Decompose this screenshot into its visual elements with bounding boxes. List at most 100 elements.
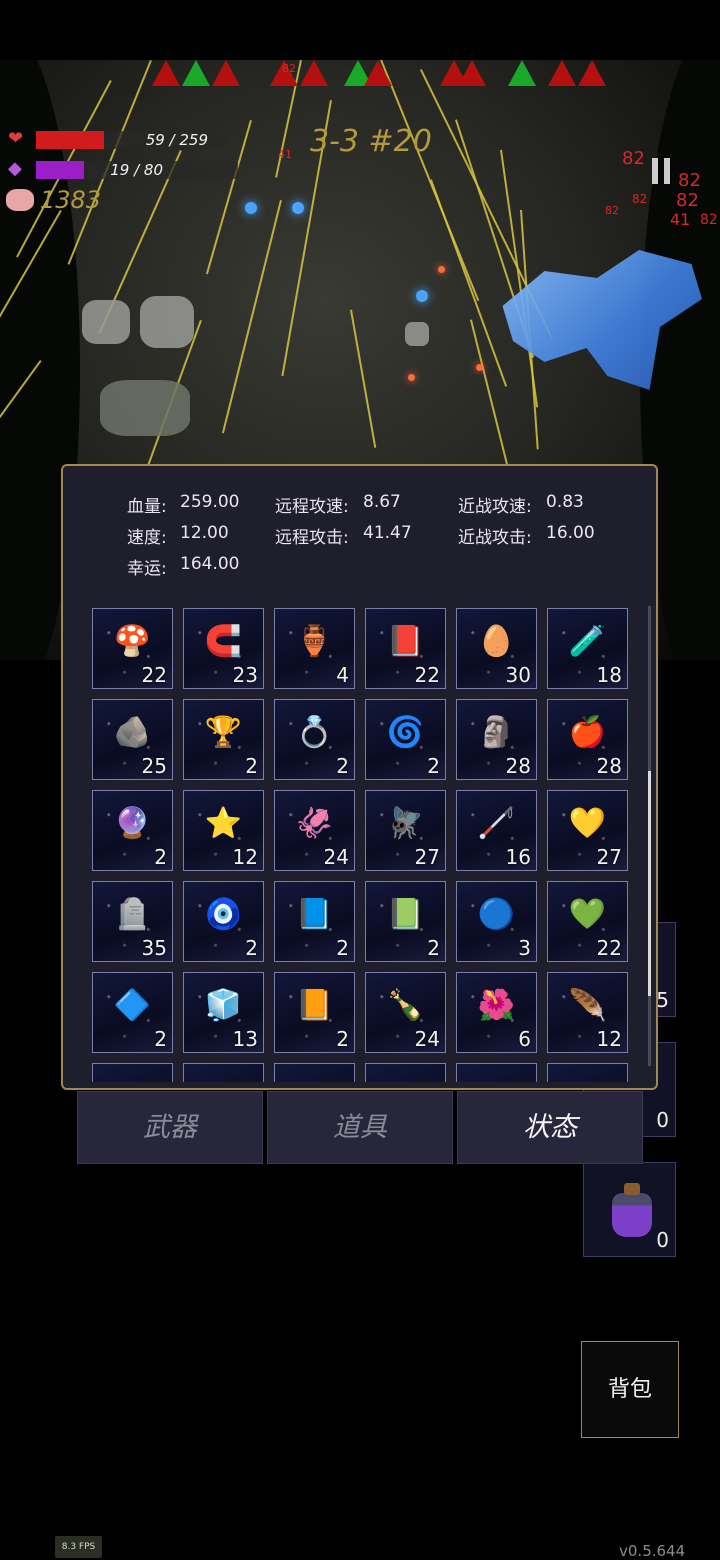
- inventory-slot[interactable]: 🏺 4: [274, 608, 355, 689]
- mana-bar-fill: [36, 161, 85, 179]
- quick-slot-3[interactable]: 0: [583, 1162, 676, 1257]
- inventory-slot[interactable]: 🥚 30: [456, 608, 537, 689]
- inventory-slot[interactable]: [365, 1063, 446, 1082]
- rock: [140, 296, 194, 348]
- feather-icon: 🪶: [568, 988, 607, 1024]
- fps-counter: 8.3 FPS: [55, 1536, 102, 1558]
- inventory-slot[interactable]: 🧲 23: [183, 608, 264, 689]
- item-grid: 🍄 22 🧲 23 🏺 4 📕 22 🥚 30 🧪 18 🪨 25 🏆 2 💍 2 🌀 2 🗿 28 🍎 28 🔮 2 ⭐ 12 🦑 24…: [92, 608, 632, 1082]
- green-potion-icon: 🧪: [568, 624, 607, 660]
- stat-speed: 速度: 12.00: [127, 523, 229, 548]
- bottle-icon: 🍾: [386, 988, 425, 1024]
- damage-number: 41: [670, 210, 691, 229]
- stat-luck: 幸运: 164.00: [127, 554, 240, 579]
- damage-number: 82: [676, 190, 699, 211]
- item-count: 24: [323, 845, 349, 869]
- inventory-slot[interactable]: 🧿 2: [183, 881, 264, 962]
- stat-hp: 血量: 259.00: [127, 492, 240, 517]
- scrollbar-thumb[interactable]: [648, 771, 651, 996]
- yellow-crystal-icon: 💛: [568, 806, 607, 842]
- inventory-slot[interactable]: 🪰 27: [365, 790, 446, 871]
- item-count: 6: [518, 1027, 531, 1051]
- tab-weapons[interactable]: 武器: [77, 1091, 263, 1164]
- item-grid-scrollbar[interactable]: [648, 606, 651, 1066]
- inventory-slot[interactable]: 🌺 6: [456, 972, 537, 1053]
- arrow-rune-icon: 🔷: [113, 988, 152, 1024]
- inventory-slot[interactable]: 🧪 18: [547, 608, 628, 689]
- tombstone-icon: 🪦: [113, 897, 152, 933]
- pause-button[interactable]: [650, 158, 672, 184]
- projectile-streak: [221, 200, 282, 434]
- enemy-direction-icon: [458, 60, 486, 86]
- purple-potion-icon: [612, 1183, 652, 1237]
- item-count: 12: [596, 1027, 622, 1051]
- fire-spark: [476, 364, 483, 371]
- stat-ranged-speed: 远程攻速: 8.67: [275, 492, 401, 517]
- inventory-slot[interactable]: 🍎 28: [547, 699, 628, 780]
- inventory-slot[interactable]: 🌀 2: [365, 699, 446, 780]
- energy-orb: [245, 202, 257, 214]
- inventory-slot[interactable]: 📗 2: [365, 881, 446, 962]
- projectile-streak: [430, 179, 508, 387]
- inventory-slot[interactable]: 🗿 28: [456, 699, 537, 780]
- mana-gem-icon: ◆: [8, 158, 22, 179]
- wave-indicator: 3-3 #20: [310, 124, 432, 159]
- tab-items[interactable]: 道具: [267, 1091, 453, 1164]
- inventory-slot[interactable]: 🪦 35: [92, 881, 173, 962]
- inventory-slot[interactable]: 🔮 2: [92, 790, 173, 871]
- heart-urn-icon: 🏺: [295, 624, 334, 660]
- enemy-direction-icon: [548, 60, 576, 86]
- item-count: 13: [232, 1027, 258, 1051]
- gold-counter: 1383: [40, 186, 102, 214]
- enemy-direction-icon: [212, 60, 240, 86]
- dragonfly-icon: 🪰: [386, 806, 425, 842]
- item-count: 12: [232, 845, 258, 869]
- item-count: 2: [245, 936, 258, 960]
- energy-orb: [416, 290, 428, 302]
- inventory-slot[interactable]: ⭐ 12: [183, 790, 264, 871]
- inventory-slot[interactable]: 🪶 12: [547, 972, 628, 1053]
- inventory-slot[interactable]: [92, 1063, 173, 1082]
- rock: [405, 322, 429, 346]
- inventory-slot[interactable]: [456, 1063, 537, 1082]
- inventory-slot[interactable]: 📕 22: [365, 608, 446, 689]
- rock: [82, 300, 130, 344]
- inventory-slot[interactable]: 🍄 22: [92, 608, 173, 689]
- inventory-slot[interactable]: 🏆 2: [183, 699, 264, 780]
- projectile-streak: [350, 309, 377, 448]
- star-trophy-icon: 🏆: [204, 715, 243, 751]
- backpack-button[interactable]: 背包: [581, 1341, 679, 1438]
- damage-number: 82: [605, 204, 619, 217]
- inventory-slot[interactable]: 📙 2: [274, 972, 355, 1053]
- cross-ring-icon: 💍: [295, 715, 334, 751]
- inventory-slot[interactable]: 🦯 16: [456, 790, 537, 871]
- item-count: 28: [505, 754, 531, 778]
- enemy-direction-icon: [300, 60, 328, 86]
- pause-icon: [652, 158, 658, 184]
- fire-spark: [408, 374, 415, 381]
- inventory-slot[interactable]: 💍 2: [274, 699, 355, 780]
- inventory-slot[interactable]: 🔵 3: [456, 881, 537, 962]
- inventory-slot[interactable]: 🧊 13: [183, 972, 264, 1053]
- inventory-slot[interactable]: [274, 1063, 355, 1082]
- inventory-slot[interactable]: 📘 2: [274, 881, 355, 962]
- cube-frame-icon: 🧊: [204, 988, 243, 1024]
- inventory-slot[interactable]: 🍾 24: [365, 972, 446, 1053]
- damage-number: 82: [622, 148, 645, 169]
- inventory-slot[interactable]: [183, 1063, 264, 1082]
- damage-number: 82: [282, 62, 296, 75]
- damage-number: 82: [632, 192, 648, 206]
- flower-icon: 🌺: [477, 988, 516, 1024]
- tab-status[interactable]: 状态: [457, 1091, 643, 1164]
- inventory-slot[interactable]: [547, 1063, 628, 1082]
- egg-icon: 🥚: [477, 624, 516, 660]
- item-count: 18: [596, 663, 622, 687]
- damage-number: 82: [700, 212, 718, 228]
- inventory-slot[interactable]: 🔷 2: [92, 972, 173, 1053]
- item-count: 22: [141, 663, 167, 687]
- inventory-slot[interactable]: 💛 27: [547, 790, 628, 871]
- inventory-slot[interactable]: 🦑 24: [274, 790, 355, 871]
- inventory-slot[interactable]: 🪨 25: [92, 699, 173, 780]
- inventory-slot[interactable]: 💚 22: [547, 881, 628, 962]
- blue-book-icon: 📘: [295, 897, 334, 933]
